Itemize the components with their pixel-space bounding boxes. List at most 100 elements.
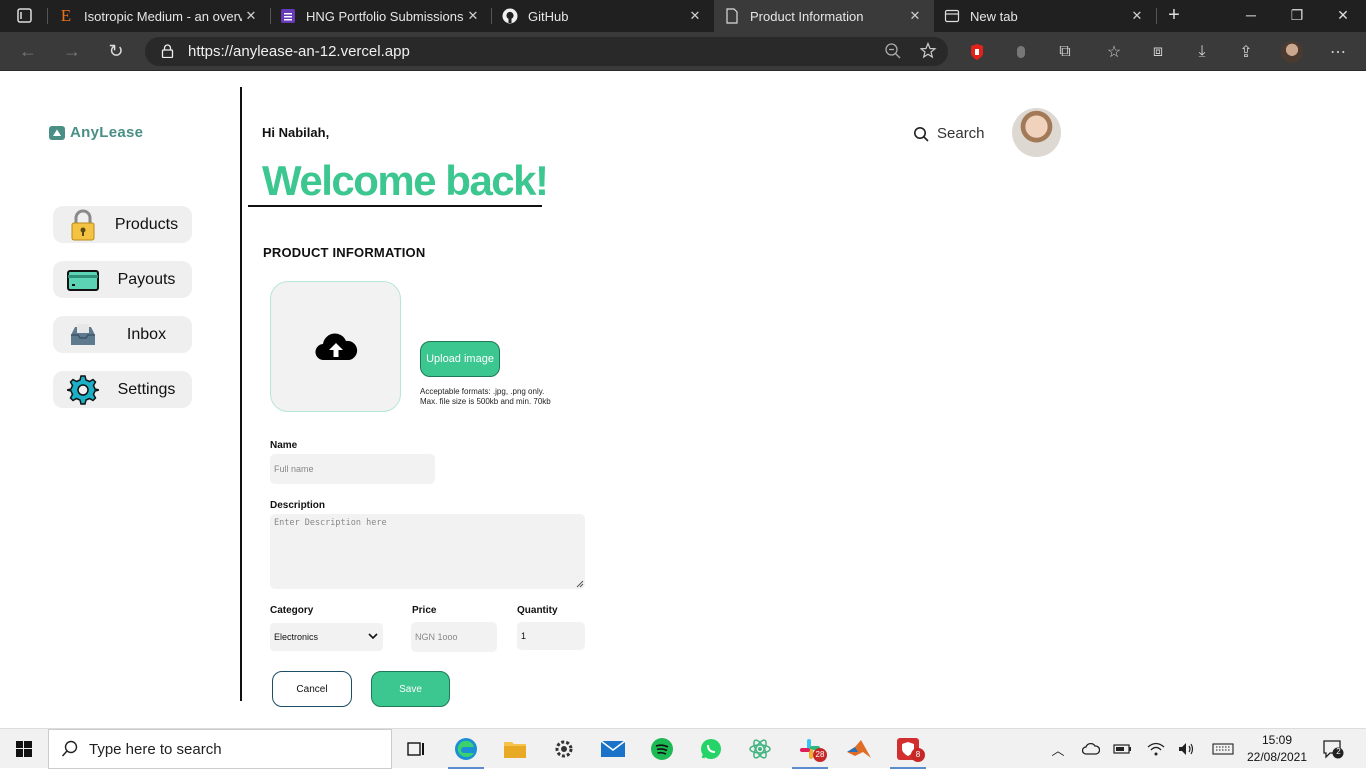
more-menu-icon[interactable]: ⋯ <box>1328 42 1348 62</box>
search-icon <box>914 126 929 142</box>
save-button[interactable]: Save <box>371 671 450 707</box>
share-icon[interactable]: ⇪ <box>1236 42 1256 62</box>
show-hidden-icons-icon[interactable]: ︿ <box>1048 740 1068 758</box>
favorites-icon[interactable]: ☆ <box>1104 42 1124 62</box>
app-page: AnyLease Products Payouts Inbox Settings… <box>0 71 1366 728</box>
restore-icon[interactable]: ❐ <box>1274 0 1320 32</box>
description-field[interactable]: Enter Description here <box>270 514 585 589</box>
tab-github[interactable]: GitHub ✕ <box>492 0 714 32</box>
lock-icon <box>71 209 95 241</box>
price-field[interactable]: NGN 1ooo <box>411 622 497 652</box>
tab-title: Product Information <box>750 8 864 24</box>
matlab-icon[interactable] <box>835 729 883 769</box>
battery-icon[interactable] <box>1113 740 1133 758</box>
keyboard-icon[interactable] <box>1211 740 1235 758</box>
tab-hng-portfolio[interactable]: HNG Portfolio Submissions ✕ <box>270 0 492 32</box>
add-favorite-icon[interactable] <box>920 42 938 60</box>
mail-icon[interactable] <box>589 729 637 769</box>
user-avatar[interactable] <box>1012 108 1061 157</box>
whatsapp-icon[interactable] <box>687 729 735 769</box>
description-label: Description <box>270 500 326 511</box>
settings-gear-icon[interactable] <box>540 729 588 769</box>
notification-count: 2 <box>1336 747 1341 756</box>
elsevier-e-icon: E <box>60 6 72 25</box>
start-button[interactable] <box>0 729 48 769</box>
refresh-icon[interactable]: ↻ <box>104 40 128 64</box>
sidebar-item-products[interactable]: Products <box>53 206 192 243</box>
close-tab-icon[interactable]: ✕ <box>242 8 260 24</box>
browser-tab-bar: E Isotropic Medium - an overvi ✕ HNG Por… <box>0 0 1366 32</box>
sidebar-item-payouts[interactable]: Payouts <box>53 261 192 298</box>
collections-icon[interactable]: ⧈ <box>1148 42 1168 62</box>
tab-product-information[interactable]: Product Information ✕ <box>714 0 934 32</box>
slack-icon[interactable]: 28 <box>786 729 834 769</box>
price-placeholder: NGN 1ooo <box>415 632 458 642</box>
system-clock[interactable]: 15:09 22/08/2021 <box>1246 732 1308 766</box>
sidebar-item-label: Payouts <box>117 271 176 288</box>
extensions-puzzle-icon[interactable]: ⧉ <box>1055 42 1075 62</box>
section-title: PRODUCT INFORMATION <box>263 245 426 260</box>
search-label: Search <box>937 125 985 142</box>
forward-arrow-icon[interactable]: → <box>60 40 84 64</box>
extension-mouse-icon[interactable] <box>1011 42 1031 62</box>
chevron-down-icon <box>368 633 378 640</box>
taskbar-search-box[interactable]: Type here to search <box>48 729 392 769</box>
security-app-icon[interactable]: 8 <box>884 729 932 769</box>
address-bar[interactable]: https://anylease-an-12.vercel.app <box>145 37 948 66</box>
browser-toolbar: ← → ↻ https://anylease-an-12.vercel.app … <box>0 32 1366 71</box>
search-button[interactable]: Search <box>913 125 985 142</box>
tab-title: Isotropic Medium - an overvi <box>84 8 242 24</box>
close-tab-icon[interactable]: ✕ <box>906 8 924 24</box>
atom-icon[interactable] <box>736 729 784 769</box>
volume-icon[interactable] <box>1177 740 1197 758</box>
price-label: Price <box>412 605 437 616</box>
zoom-out-icon[interactable] <box>884 42 902 60</box>
downloads-icon[interactable]: ⤓ <box>1192 42 1212 62</box>
sidebar-divider <box>240 87 242 701</box>
image-dropzone[interactable] <box>270 281 401 412</box>
gear-icon <box>67 375 99 405</box>
close-tab-icon[interactable]: ✕ <box>464 8 482 24</box>
anylease-logo-icon <box>49 125 65 140</box>
tab-new-tab[interactable]: New tab ✕ <box>934 0 1156 32</box>
sidebar-item-settings[interactable]: Settings <box>53 371 192 408</box>
name-field[interactable]: Full name <box>270 454 435 484</box>
greeting-text: Hi Nabilah, <box>262 125 330 140</box>
adblock-icon[interactable] <box>967 42 987 62</box>
spotify-icon[interactable] <box>638 729 686 769</box>
hint-formats: Acceptable formats: .jpg, .png only. <box>420 387 545 396</box>
brand-name: AnyLease <box>70 124 144 141</box>
back-arrow-icon[interactable]: ← <box>16 40 40 64</box>
upload-hint: Acceptable formats: .jpg, .png only. Max… <box>420 387 551 407</box>
category-value: Electronics <box>274 632 319 642</box>
close-tab-icon[interactable]: ✕ <box>1128 8 1146 24</box>
search-icon <box>61 740 78 757</box>
clock-time: 15:09 <box>1261 733 1293 747</box>
heading-underline <box>248 205 542 207</box>
resize-handle-icon[interactable] <box>576 580 584 588</box>
close-window-icon[interactable]: ✕ <box>1320 0 1366 32</box>
quantity-field[interactable]: 1 <box>517 622 585 650</box>
inbox-icon <box>71 324 95 345</box>
github-icon <box>502 8 518 24</box>
minimize-icon[interactable]: ─ <box>1228 0 1274 32</box>
file-explorer-icon[interactable] <box>491 729 539 769</box>
clock-date: 22/08/2021 <box>1246 750 1308 764</box>
tab-actions-icon[interactable] <box>8 6 40 26</box>
category-select[interactable]: Electronics <box>270 623 383 651</box>
onedrive-cloud-icon[interactable] <box>1081 740 1101 758</box>
notification-center-icon[interactable]: 2 <box>1322 739 1344 759</box>
new-tab-plus-icon[interactable]: + <box>1162 4 1186 28</box>
upload-image-button[interactable]: Upload image <box>420 341 500 377</box>
brand-logo[interactable]: AnyLease <box>49 124 143 141</box>
tab-title: GitHub <box>528 8 569 24</box>
tab-isotropic[interactable]: E Isotropic Medium - an overvi ✕ <box>48 0 270 32</box>
edge-browser-icon[interactable] <box>442 729 490 769</box>
cancel-button[interactable]: Cancel <box>272 671 352 707</box>
close-tab-icon[interactable]: ✕ <box>686 8 704 24</box>
task-view-icon[interactable] <box>392 729 440 769</box>
sidebar-item-inbox[interactable]: Inbox <box>53 316 192 353</box>
wifi-icon[interactable] <box>1146 740 1166 758</box>
profile-avatar[interactable] <box>1281 41 1303 63</box>
name-placeholder: Full name <box>274 464 314 474</box>
